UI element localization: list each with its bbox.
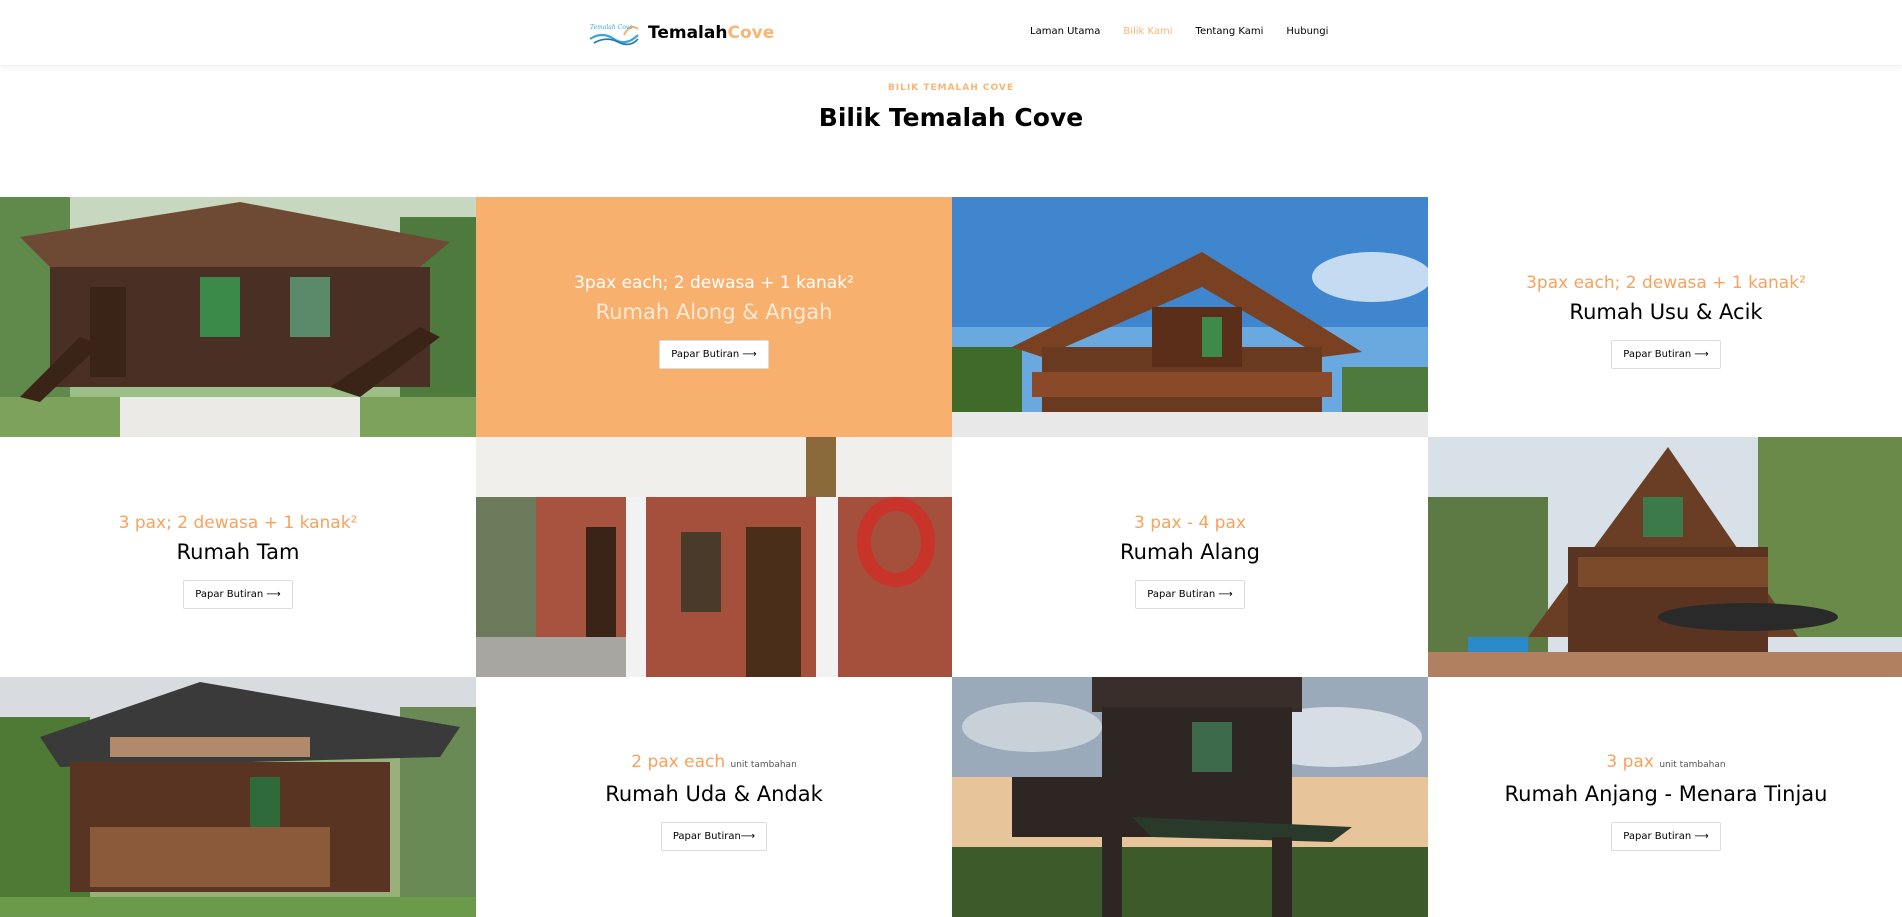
room-card-alang: 3 pax - 4 pax Rumah Alang Papar Butiran … — [952, 437, 1428, 677]
view-details-button-alang[interactable]: Papar Butiran ⟶ — [1135, 580, 1245, 609]
logo-lettering: Temalah Cove — [590, 24, 633, 31]
section-title: Bilik Temalah Cove — [818, 103, 1084, 132]
room-pax: 3pax each; 2 dewasa + 1 kanak² — [574, 273, 854, 293]
view-details-button-uda-andak[interactable]: Papar Butiran⟶ — [660, 821, 768, 851]
view-details-button-tam[interactable]: Papar Butiran ⟶ — [183, 580, 293, 609]
nav-link-tentang-kami[interactable]: Tentang Kami — [1196, 26, 1264, 37]
view-details-button-anjang[interactable]: Papar Butiran ⟶ — [1611, 821, 1721, 851]
room-photo-anjang[interactable] — [952, 677, 1428, 917]
photo-house-5 — [0, 677, 476, 917]
room-name: Rumah Usu & Acik — [1569, 300, 1763, 324]
room-photo-alang[interactable] — [1428, 437, 1902, 677]
brand-name: TemalahCove — [648, 23, 774, 43]
photo-house-2 — [952, 197, 1428, 437]
photo-house-3 — [476, 437, 952, 677]
room-pax: 3pax each; 2 dewasa + 1 kanak² — [1526, 273, 1806, 293]
nav-link-bilik-kami[interactable]: Bilik Kami — [1123, 26, 1172, 37]
room-card-anjang: 3 pax unit tambahan Rumah Anjang - Menar… — [1428, 677, 1902, 917]
room-name: Rumah Uda & Andak — [605, 781, 823, 806]
room-name: Rumah Tam — [176, 540, 300, 564]
section-subtitle: BILIK TEMALAH COVE — [887, 83, 1015, 93]
brand-logo-link[interactable]: Temalah Cove TemalahCove — [588, 18, 774, 48]
room-card-tam: 3 pax; 2 dewasa + 1 kanak² Rumah Tam Pap… — [0, 437, 476, 677]
view-details-button-along-angah[interactable]: Papar Butiran ⟶ — [659, 340, 769, 369]
nav-link-laman-utama[interactable]: Laman Utama — [1030, 26, 1100, 37]
room-photo-tam[interactable] — [476, 437, 952, 677]
room-pax-note: unit tambahan — [1659, 759, 1726, 770]
room-photo-usu-acik[interactable] — [952, 197, 1428, 437]
room-name: Rumah Alang — [1120, 540, 1260, 564]
room-photo-uda-andak[interactable] — [0, 677, 476, 917]
room-pax-line: 3 pax unit tambahan — [1606, 750, 1725, 777]
nav-link-hubungi[interactable]: Hubungi — [1286, 26, 1328, 37]
view-details-button-usu-acik[interactable]: Papar Butiran ⟶ — [1611, 340, 1721, 369]
room-pax-line: 2 pax each unit tambahan — [631, 750, 797, 777]
room-name: Rumah Anjang - Menara Tinjau — [1504, 781, 1828, 806]
brand-name-main: Temalah — [648, 23, 728, 43]
photo-house-1 — [0, 197, 476, 437]
navbar: Temalah Cove TemalahCove Laman Utama Bil… — [0, 0, 1902, 66]
main-nav: Laman Utama Bilik Kami Tentang Kami Hubu… — [1030, 26, 1351, 37]
room-name: Rumah Along & Angah — [595, 300, 833, 324]
room-pax: 3 pax; 2 dewasa + 1 kanak² — [118, 513, 358, 533]
room-grid: 3pax each; 2 dewasa + 1 kanak² Rumah Alo… — [0, 197, 1902, 917]
brand-name-accent: Cove — [727, 23, 775, 43]
room-card-along-angah: 3pax each; 2 dewasa + 1 kanak² Rumah Alo… — [476, 197, 952, 437]
room-pax: 3 pax — [1606, 751, 1654, 772]
photo-house-6 — [952, 677, 1428, 917]
photo-house-4 — [1428, 437, 1902, 677]
room-card-uda-andak: 2 pax each unit tambahan Rumah Uda & And… — [476, 677, 952, 917]
room-photo-along-angah[interactable] — [0, 197, 476, 437]
room-pax: 2 pax each — [631, 751, 726, 772]
room-pax-note: unit tambahan — [730, 759, 797, 770]
room-pax: 3 pax - 4 pax — [1134, 513, 1246, 533]
room-card-usu-acik: 3pax each; 2 dewasa + 1 kanak² Rumah Usu… — [1428, 197, 1902, 437]
wave-logo-icon: Temalah Cove — [588, 19, 640, 47]
